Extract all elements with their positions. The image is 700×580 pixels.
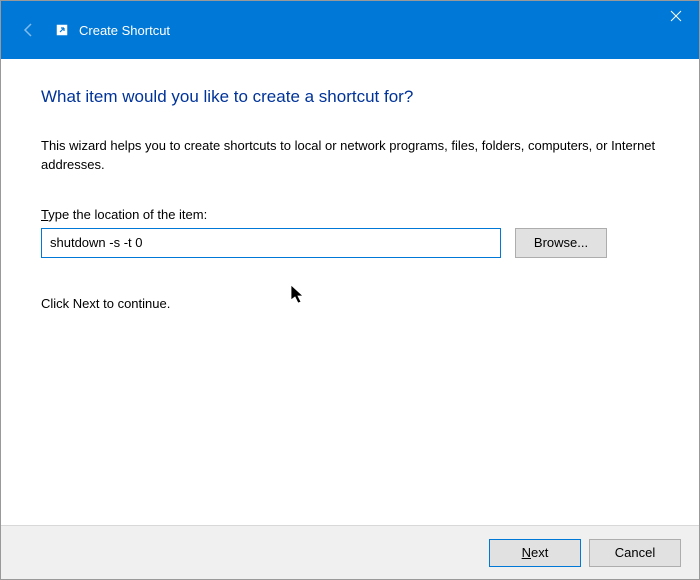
back-arrow-icon bbox=[19, 20, 39, 40]
continue-hint: Click Next to continue. bbox=[41, 296, 659, 311]
wizard-footer: Next Cancel bbox=[1, 525, 699, 579]
close-icon bbox=[670, 10, 682, 22]
location-input[interactable] bbox=[41, 228, 501, 258]
page-heading: What item would you like to create a sho… bbox=[41, 87, 659, 107]
shortcut-icon bbox=[55, 23, 69, 37]
location-input-row: Browse... bbox=[41, 228, 659, 258]
titlebar: Create Shortcut bbox=[1, 1, 699, 59]
next-button[interactable]: Next bbox=[489, 539, 581, 567]
close-button[interactable] bbox=[653, 1, 699, 31]
location-field-label: Type the location of the item: bbox=[41, 207, 659, 222]
browse-button[interactable]: Browse... bbox=[515, 228, 607, 258]
cancel-button[interactable]: Cancel bbox=[589, 539, 681, 567]
wizard-description: This wizard helps you to create shortcut… bbox=[41, 137, 659, 175]
create-shortcut-wizard: Create Shortcut What item would you like… bbox=[0, 0, 700, 580]
window-title: Create Shortcut bbox=[79, 23, 170, 38]
wizard-content: What item would you like to create a sho… bbox=[1, 59, 699, 525]
